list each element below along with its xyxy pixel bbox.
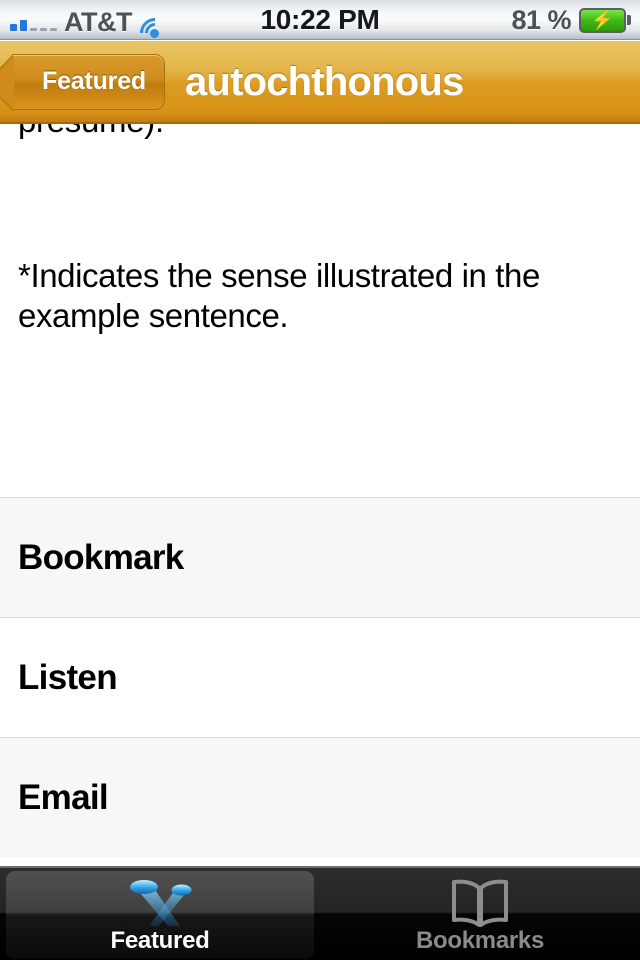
spotlight-icon: [112, 876, 208, 928]
list-item-label: Bookmark: [18, 537, 184, 577]
app-screen: AT&T 10:22 PM 81 % ⚡ Featured autochthon…: [0, 0, 640, 960]
list-item-bookmark[interactable]: Bookmark: [0, 497, 640, 617]
tab-bar: Featured Bookmarks: [0, 866, 640, 960]
open-book-icon: [432, 876, 528, 928]
status-bar: AT&T 10:22 PM 81 % ⚡: [0, 0, 640, 54]
definition-content[interactable]: presume). *Indicates the sense illustrat…: [0, 124, 640, 497]
footnote-text: *Indicates the sense illustrated in the …: [18, 257, 540, 334]
battery-charging-icon: ⚡: [579, 7, 631, 33]
clipped-text-line: presume).: [18, 124, 164, 140]
status-bar-right: 81 % ⚡: [511, 0, 631, 40]
tab-bookmarks[interactable]: Bookmarks: [320, 868, 640, 960]
battery-percent-label: 81 %: [511, 4, 571, 35]
tab-label: Bookmarks: [415, 927, 545, 954]
navigation-bar: Featured autochthonous: [0, 41, 640, 124]
list-item-label: Email: [18, 777, 109, 817]
action-list: Bookmark Listen Email: [0, 497, 640, 857]
back-button-label: Featured: [42, 67, 146, 95]
back-button[interactable]: Featured: [0, 53, 165, 112]
list-item-label: Listen: [18, 657, 118, 697]
list-item-email[interactable]: Email: [0, 737, 640, 857]
list-item-listen[interactable]: Listen: [0, 617, 640, 737]
tab-featured[interactable]: Featured: [0, 868, 320, 960]
page-title: autochthonous: [184, 59, 464, 104]
tab-label: Featured: [110, 927, 210, 954]
